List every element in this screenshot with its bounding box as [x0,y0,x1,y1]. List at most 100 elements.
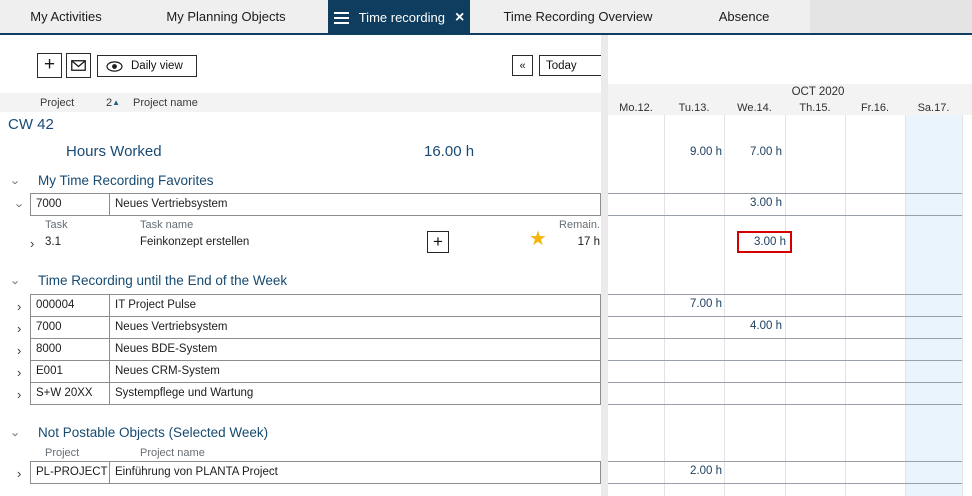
tab-time-recording-active[interactable]: Time recording × [328,0,470,35]
daily-view-button[interactable]: Daily view [97,55,197,77]
month-label: OCT 2020 [608,86,972,98]
row-border [608,215,962,216]
weekend-column-highlight [905,115,962,496]
add-time-entry-button[interactable]: + [427,231,449,253]
collapse-week-recording-icon[interactable]: › [10,280,23,284]
gridline [724,115,725,496]
favorite-project-name-cell[interactable]: Neues Vertriebsystem [109,193,601,216]
menu-icon[interactable] [334,9,349,27]
tab-time-recording-overview[interactable]: Time Recording Overview [480,0,676,33]
task-column-header: Task [45,219,68,231]
expand-project-icon[interactable]: › [17,300,21,313]
task-name[interactable]: Feinkonzept erstellen [140,236,249,248]
row-border [608,316,962,317]
expand-project-icon[interactable]: › [17,388,21,401]
project-tu-hours[interactable]: 7.00 h [664,298,722,310]
collapse-not-postable-icon[interactable]: › [10,432,23,436]
project-name-cell[interactable]: Neues Vertriebsystem [109,316,601,339]
calendar-week-label: CW 42 [8,116,54,133]
row-border [608,483,962,484]
gridline [962,115,963,496]
sort-ascending-icon: ▲ [112,98,120,107]
day-header-sa: Sa.17. [905,102,962,114]
project-id-cell[interactable]: PL-PROJECT [30,461,110,484]
expand-project-icon[interactable]: › [17,344,21,357]
gridline [785,115,786,496]
tab-underline [0,33,972,35]
project-id-cell[interactable]: 000004 [30,294,110,317]
project-name-cell[interactable]: Neues CRM-System [109,360,601,383]
remain-column-header: Remain. [540,219,600,231]
daily-view-label: Daily view [131,60,183,72]
row-border [608,404,962,405]
project-id-cell[interactable]: 8000 [30,338,110,361]
project-name-cell[interactable]: Neues BDE-System [109,338,601,361]
hours-worked-tu: 9.00 h [664,146,722,158]
expand-project-icon[interactable]: › [17,467,21,480]
row-border [608,193,962,194]
project-id-cell[interactable]: 7000 [30,316,110,339]
hours-worked-label: Hours Worked [66,143,162,160]
hours-worked-total: 16.00 h [424,143,474,160]
gridline [905,115,906,496]
task-remaining-hours: 17 h [540,236,600,248]
task-name-column-header: Task name [140,219,193,231]
week-recording-section-title: Time Recording until the End of the Week [38,273,287,288]
project-tu-hours[interactable]: 2.00 h [664,465,722,477]
message-button[interactable] [66,53,91,78]
favorite-project-id-cell[interactable]: 7000 [30,193,110,216]
previous-period-button[interactable]: « [512,55,533,76]
favorite-project-we-hours[interactable]: 3.00 h [724,197,782,209]
row-border [608,338,962,339]
column-header-band [0,93,601,112]
project-name-cell[interactable]: Systempflege und Wartung [109,382,601,405]
collapse-project-7000-icon[interactable]: › [14,203,27,207]
day-header-th: Th.15. [785,102,845,114]
expand-task-icon[interactable]: › [30,237,34,250]
row-border [608,360,962,361]
day-header-we: We.14. [724,102,785,114]
plus-icon: + [44,55,55,74]
project-id-cell[interactable]: E001 [30,360,110,383]
today-label: Today [546,60,577,72]
expand-project-icon[interactable]: › [17,366,21,379]
favorites-section-title: My Time Recording Favorites [38,173,214,188]
tab-time-recording-label: Time recording [359,10,445,25]
project-column-header: Project [45,447,79,459]
project-name-cell[interactable]: Einführung von PLANTA Project [109,461,601,484]
gridline [845,115,846,496]
task-we-hours-highlighted[interactable]: 3.00 h [737,231,792,253]
tab-bar: My Activities My Planning Objects Time R… [0,0,972,33]
add-button[interactable]: + [37,53,62,78]
task-id[interactable]: 3.1 [45,236,61,248]
tab-absence[interactable]: Absence [688,0,800,33]
panel-divider[interactable] [601,35,608,496]
project-name-cell[interactable]: IT Project Pulse [109,294,601,317]
expand-project-icon[interactable]: › [17,322,21,335]
time-recording-app: My Activities My Planning Objects Time R… [0,0,972,496]
project-name-column-header: Project name [140,447,205,459]
tab-bar-spacer [810,0,972,33]
day-header-fr: Fr.16. [845,102,905,114]
close-tab-icon[interactable]: × [455,10,464,26]
today-button[interactable]: Today [539,55,602,76]
tab-my-planning-objects[interactable]: My Planning Objects [150,0,302,33]
day-header-mo: Mo.12. [608,102,664,114]
plus-icon: + [433,232,443,252]
envelope-icon [71,60,86,71]
previous-icon: « [519,60,525,72]
day-header-tu: Tu.13. [664,102,724,114]
eye-icon [106,61,123,72]
collapse-favorites-icon[interactable]: › [10,180,23,184]
row-border [608,461,962,462]
project-id-cell[interactable]: S+W 20XX [30,382,110,405]
not-postable-section-title: Not Postable Objects (Selected Week) [38,425,268,440]
column-header-project[interactable]: Project [40,97,74,109]
project-we-hours[interactable]: 4.00 h [724,320,782,332]
column-header-project-name[interactable]: Project name [133,97,198,109]
hours-worked-we: 7.00 h [724,146,782,158]
tab-my-activities[interactable]: My Activities [10,0,122,33]
row-border [608,382,962,383]
row-border [608,294,962,295]
sort-indicator[interactable]: 2▲ [106,97,120,109]
